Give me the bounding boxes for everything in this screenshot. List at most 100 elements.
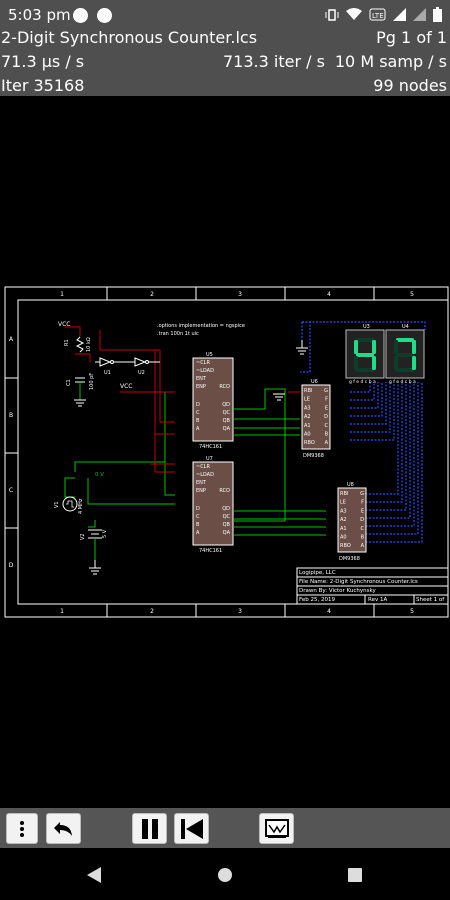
svg-text:DM9368: DM9368 xyxy=(303,453,324,459)
menu-button[interactable] xyxy=(6,813,38,844)
lte-icon: LTE xyxy=(369,8,386,21)
pin-label: ~LOAD xyxy=(196,472,214,478)
svg-text:10 kΩ: 10 kΩ xyxy=(86,337,92,352)
pin-label: B xyxy=(196,418,200,424)
pin-label: A3 xyxy=(304,405,311,411)
page-indicator: Pg 1 of 1 xyxy=(376,28,447,47)
rewind-button[interactable] xyxy=(174,813,209,844)
scope-button[interactable] xyxy=(259,813,294,844)
pin-label: RBI xyxy=(304,388,312,394)
svg-text:Sheet 1 of: Sheet 1 of xyxy=(416,597,445,603)
pin-label: F xyxy=(361,500,364,506)
col-label: 2 xyxy=(150,608,154,615)
svg-text:U2: U2 xyxy=(138,370,145,376)
svg-text:R1: R1 xyxy=(64,339,70,346)
options-text: .options implementation = ngspice xyxy=(157,323,245,329)
row-label: A xyxy=(9,336,14,343)
row-label: C xyxy=(9,487,13,494)
rewind-icon xyxy=(180,818,203,839)
home-icon[interactable] xyxy=(217,866,233,884)
svg-text:U4: U4 xyxy=(402,324,409,330)
pin-label: A2 xyxy=(340,517,347,523)
svg-text:U3: U3 xyxy=(363,324,370,330)
svg-text:Feb 25, 2019: Feb 25, 2019 xyxy=(299,597,335,603)
pin-label: A2 xyxy=(304,414,311,420)
pin-label: C xyxy=(325,423,329,429)
buffer-u2[interactable]: U2 xyxy=(134,357,149,376)
pin-label: RBO xyxy=(340,543,351,549)
svg-text:U5: U5 xyxy=(206,352,213,358)
wifi-icon xyxy=(346,8,362,20)
pin-label: QC xyxy=(223,514,231,520)
svg-text:Logipipe, LLC: Logipipe, LLC xyxy=(299,570,336,576)
android-navigation-bar xyxy=(0,850,450,900)
segment-a xyxy=(396,338,414,342)
svg-text:DM9368: DM9368 xyxy=(339,556,360,562)
undo-button[interactable] xyxy=(46,813,81,844)
col-label: 3 xyxy=(238,608,242,615)
svg-text:4 MHz: 4 MHz xyxy=(78,498,84,514)
battery-v2[interactable]: V2 5 V xyxy=(80,529,108,560)
svg-text:74HC161: 74HC161 xyxy=(199,444,222,450)
pin-label: A xyxy=(196,530,200,536)
segment-c xyxy=(372,356,376,370)
svg-text:100 pF: 100 pF xyxy=(89,373,95,390)
pin-label: QA xyxy=(223,426,231,432)
schematic-canvas[interactable]: 1 2 3 4 5 1 2 3 4 5 A B C D VCC VCC R1 1… xyxy=(0,282,450,622)
title-block: Logipipe, LLC File Name: 2-Digit Synchro… xyxy=(296,567,449,605)
notification-dot-icon xyxy=(97,8,112,23)
sample-rate: 10 M samp / s xyxy=(334,52,447,71)
svg-text:Drawn By: Victor Kuchynsky: Drawn By: Victor Kuchynsky xyxy=(299,588,376,594)
seven-segment-u3[interactable]: U3 xyxy=(345,324,385,379)
undo-icon xyxy=(53,821,72,836)
pin-label: A0 xyxy=(304,432,311,438)
recents-icon[interactable] xyxy=(347,866,363,884)
pin-label: LE xyxy=(304,397,310,403)
counter-u5[interactable]: U5 74HC161 xyxy=(192,352,234,450)
pin-label: QB xyxy=(223,522,231,528)
col-label: 2 xyxy=(150,291,154,298)
vibrate-icon xyxy=(325,8,339,21)
pin-label: B xyxy=(325,432,329,438)
svg-text:5 V: 5 V xyxy=(102,529,108,538)
pin-label: A1 xyxy=(304,423,311,429)
segment-e xyxy=(354,356,358,370)
options-text: .tran 100n 1t uic xyxy=(157,331,199,337)
segment-d xyxy=(356,368,374,372)
segment-pin-labels: g f e d c b a xyxy=(389,379,416,385)
pin-label: QD xyxy=(222,402,230,408)
segment-g xyxy=(396,353,414,357)
more-vertical-icon xyxy=(20,820,24,837)
file-name: 2-Digit Synchronous Counter.lcs xyxy=(1,28,258,47)
pin-label: ~CLR xyxy=(196,360,210,366)
segment-e xyxy=(394,356,398,370)
net-label-0v: 0 V xyxy=(95,472,104,478)
segment-g xyxy=(356,353,374,357)
svg-text:U7: U7 xyxy=(206,456,213,462)
pause-button[interactable] xyxy=(132,813,167,844)
col-label: 3 xyxy=(238,291,242,298)
pin-label: RBI xyxy=(340,491,348,497)
signal-icon xyxy=(393,8,406,21)
pin-label: QB xyxy=(223,418,231,424)
clock-source-v1[interactable]: V1 4 MHz xyxy=(54,496,84,514)
pin-label: D xyxy=(196,402,200,408)
svg-text:U1: U1 xyxy=(104,370,111,376)
back-icon[interactable] xyxy=(86,866,102,884)
pin-label: A xyxy=(361,543,365,549)
pin-label: B xyxy=(196,522,200,528)
notification-dot-icon xyxy=(73,8,88,23)
row-label: D xyxy=(9,562,14,569)
segment-b xyxy=(372,340,376,354)
pin-label: D xyxy=(324,414,328,420)
row-label: B xyxy=(9,412,13,419)
capacitor-c1[interactable]: C1 100 pF xyxy=(66,373,95,407)
vcc-label: VCC xyxy=(58,321,70,328)
seven-segment-u4[interactable]: U4 xyxy=(385,324,425,379)
buffer-u1[interactable]: U1 xyxy=(99,357,114,376)
pin-label: E xyxy=(325,405,328,411)
resistor-r1[interactable]: R1 10 kΩ xyxy=(64,336,92,353)
pin-label: ENP xyxy=(196,384,206,390)
counter-u7[interactable]: U7 74HC161 xyxy=(192,456,234,554)
col-label: 5 xyxy=(410,608,414,615)
